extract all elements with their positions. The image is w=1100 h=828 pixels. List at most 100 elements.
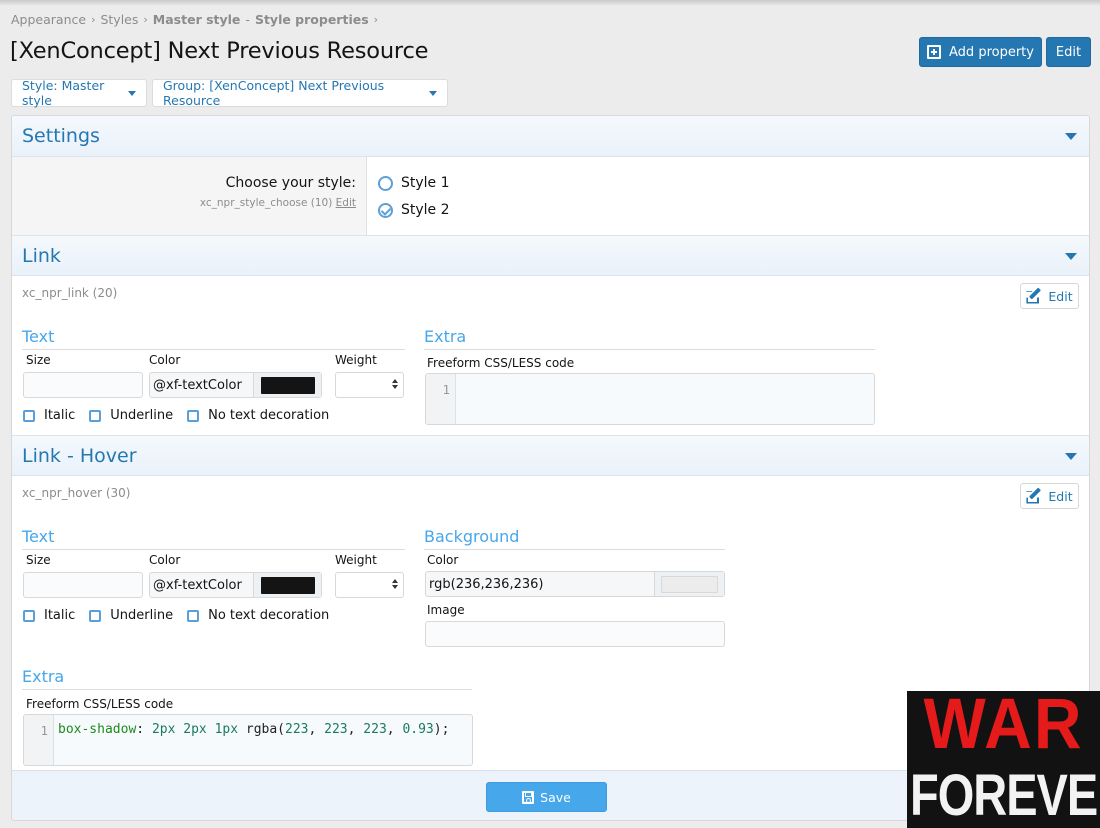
no-decoration-checkbox[interactable]: No text decoration xyxy=(187,408,329,423)
add-property-button[interactable]: Add property xyxy=(919,37,1042,67)
checkbox-label: Underline xyxy=(110,608,174,623)
edit-button[interactable]: Edit xyxy=(1046,37,1091,67)
collapse-triangle-icon[interactable] xyxy=(1065,453,1077,460)
edit-pencil-icon xyxy=(1026,286,1043,305)
checkbox-icon[interactable] xyxy=(89,609,102,622)
style-filter-dropdown[interactable]: Style: Master style xyxy=(11,78,147,108)
radio-label: Style 1 xyxy=(401,175,450,191)
bg-color-label: Color xyxy=(427,553,459,567)
select-arrows-icon xyxy=(392,579,398,591)
edit-hover-property-button[interactable]: Edit xyxy=(1020,483,1079,509)
radio-style-1[interactable]: Style 1 xyxy=(378,175,450,191)
group-filter-dropdown[interactable]: Group: [XenConcept] Next Previous Resour… xyxy=(152,78,448,108)
weight-select[interactable] xyxy=(335,572,404,598)
color-swatch-button[interactable] xyxy=(253,373,321,397)
property-id: xc_npr_hover (30) xyxy=(22,486,131,500)
checkbox-icon[interactable] xyxy=(187,609,200,622)
section-title-settings: Settings xyxy=(22,125,100,147)
weight-select[interactable] xyxy=(335,372,404,398)
underline-checkbox[interactable]: Underline xyxy=(89,608,173,623)
code-gutter: 1 xyxy=(426,374,456,424)
breadcrumb-dash: - xyxy=(245,12,250,27)
freeform-css-editor[interactable]: 1 xyxy=(425,373,875,425)
breadcrumb-master-style[interactable]: Master style xyxy=(153,12,241,27)
group-title-extra: Extra xyxy=(22,667,472,690)
breadcrumb-styles[interactable]: Styles xyxy=(100,12,138,27)
italic-checkbox[interactable]: Italic xyxy=(23,608,75,623)
code-token-number: 223 xyxy=(324,722,348,737)
code-token-colon: : xyxy=(136,722,152,737)
color-label: Color xyxy=(149,553,181,567)
code-token-number: 1px xyxy=(214,722,239,737)
checkbox-icon[interactable] xyxy=(187,409,200,422)
group-title-background: Background xyxy=(424,527,725,550)
code-token-number: 2px xyxy=(183,722,207,737)
radio-unchecked-icon[interactable] xyxy=(378,175,393,191)
chevron-right-icon: › xyxy=(91,13,96,26)
edit-pencil-icon xyxy=(1026,486,1043,505)
checkbox-icon[interactable] xyxy=(23,609,35,622)
radio-checked-icon[interactable] xyxy=(378,202,393,218)
freeform-css-editor[interactable]: 1 box-shadow: 2px 2px 1px rgba(223, 223,… xyxy=(23,714,473,766)
text-decoration-options: Italic Underline No text decoration xyxy=(23,608,343,623)
color-swatch-button[interactable] xyxy=(253,573,321,597)
collapse-triangle-icon[interactable] xyxy=(1065,133,1077,140)
property-id: xc_npr_link (20) xyxy=(22,286,118,300)
settings-row: Choose your style: xc_npr_style_choose (… xyxy=(12,157,1089,235)
freeform-css-label: Freeform CSS/LESS code xyxy=(26,697,174,711)
color-label: Color xyxy=(149,353,181,367)
breadcrumb-appearance[interactable]: Appearance xyxy=(11,12,86,27)
code-gutter: 1 xyxy=(24,715,54,765)
color-input[interactable]: @xf-textColor xyxy=(149,372,322,398)
bg-image-input[interactable] xyxy=(425,621,725,647)
checkbox-label: Italic xyxy=(44,408,76,423)
section-header-link[interactable]: Link xyxy=(12,235,1089,276)
settings-label-cell: Choose your style: xc_npr_style_choose (… xyxy=(12,157,367,235)
line-number: 1 xyxy=(40,723,48,738)
code-token-number: 0.93 xyxy=(402,722,434,737)
save-button[interactable]: Save xyxy=(486,782,607,812)
size-label: Size xyxy=(26,353,51,367)
color-swatch-button[interactable] xyxy=(654,572,724,596)
section-title-link-hover: Link - Hover xyxy=(22,445,137,467)
section-header-link-hover[interactable]: Link - Hover xyxy=(12,435,1089,476)
checkbox-label: Italic xyxy=(44,608,76,623)
edit-link-property-button[interactable]: Edit xyxy=(1020,283,1079,309)
property-edit-link[interactable]: Edit xyxy=(336,197,356,209)
weight-label: Weight xyxy=(335,353,377,367)
code-token-end: ); xyxy=(433,722,450,737)
breadcrumb-style-properties[interactable]: Style properties xyxy=(255,12,369,27)
code-text[interactable]: box-shadow: 2px 2px 1px rgba(223, 223, 2… xyxy=(58,722,449,737)
underline-checkbox[interactable]: Underline xyxy=(89,408,173,423)
color-input[interactable]: @xf-textColor xyxy=(149,572,322,598)
plus-square-icon xyxy=(927,45,942,59)
add-property-label: Add property xyxy=(949,44,1034,60)
code-token-property: box-shadow xyxy=(58,722,137,737)
collapse-triangle-icon[interactable] xyxy=(1065,253,1077,260)
edit-label: Edit xyxy=(1048,288,1073,304)
caret-down-icon xyxy=(429,90,437,96)
color-value: @xf-textColor xyxy=(153,577,242,593)
logo-line-1: WAR xyxy=(923,691,1084,763)
group-filter-label: Group: [XenConcept] Next Previous Resour… xyxy=(163,78,385,108)
no-decoration-checkbox[interactable]: No text decoration xyxy=(187,608,329,623)
checkbox-label: Underline xyxy=(110,408,174,423)
logo-line-2: FOREVER xyxy=(910,761,1100,828)
color-swatch xyxy=(260,576,315,594)
code-token-function: rgba( xyxy=(245,722,286,737)
radio-label: Style 2 xyxy=(401,202,450,218)
radio-style-2[interactable]: Style 2 xyxy=(378,202,450,218)
bg-image-label: Image xyxy=(427,603,465,617)
choose-style-label: Choose your style: xyxy=(225,175,356,191)
code-token-number: 223 xyxy=(285,722,309,737)
checkbox-icon[interactable] xyxy=(89,409,102,422)
checkbox-icon[interactable] xyxy=(23,409,35,422)
section-header-settings[interactable]: Settings xyxy=(12,116,1089,157)
bg-color-input[interactable]: rgb(236,236,236) xyxy=(425,571,725,597)
chevron-right-icon: › xyxy=(143,13,148,26)
size-input[interactable] xyxy=(23,372,143,398)
save-disk-icon xyxy=(522,790,535,804)
code-token-number: 2px xyxy=(151,722,176,737)
italic-checkbox[interactable]: Italic xyxy=(23,408,75,423)
size-input[interactable] xyxy=(23,572,143,598)
